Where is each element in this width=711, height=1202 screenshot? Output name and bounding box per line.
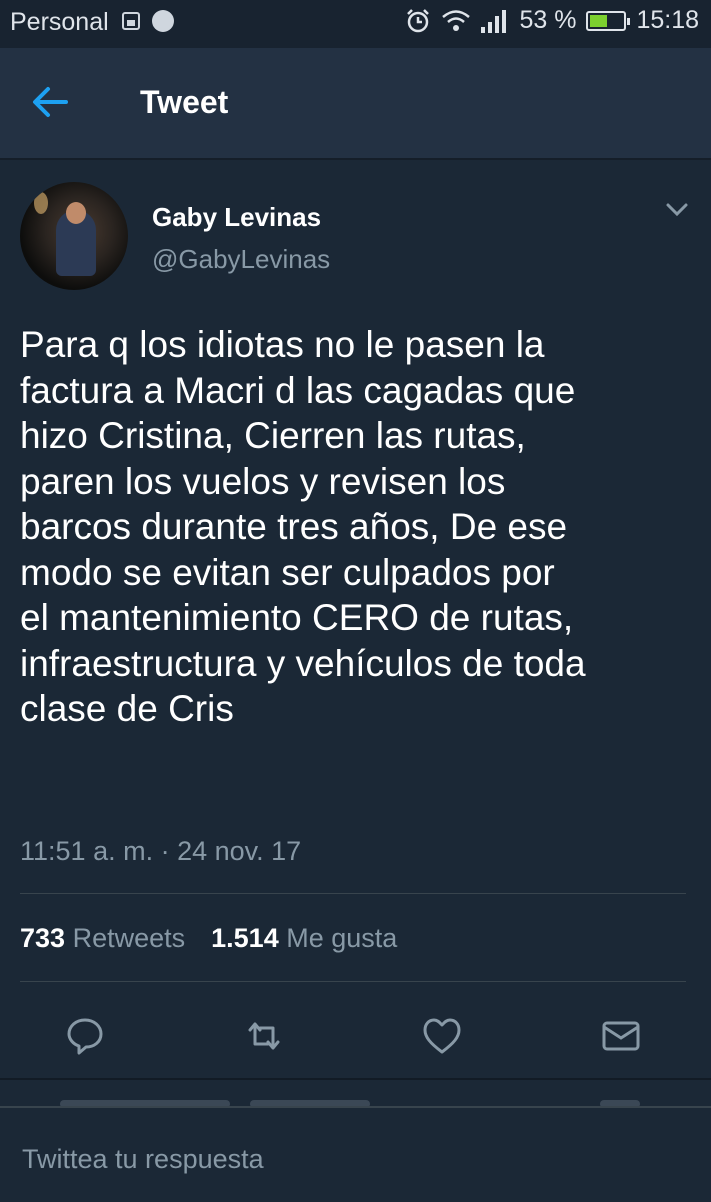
author-handle[interactable]: @GabyLevinas [152,244,330,275]
battery-percent: 53 % [519,6,577,34]
tweet-actions [0,1008,711,1068]
gallery-icon [122,12,140,30]
divider [20,981,686,982]
retweets-count: 733 [20,923,66,953]
divider [20,893,686,894]
avatar[interactable] [20,182,128,290]
status-bar: Personal 53 % 15:18 [0,0,711,48]
arrow-left-icon [33,87,68,117]
clock: 15:18 [636,6,699,34]
reply-icon [67,1018,103,1055]
tweet-text: Para q los idiotas no le pasen la factur… [20,324,586,729]
likes-count: 1.514 [211,923,279,953]
battery-level [590,14,608,27]
author-name[interactable]: Gaby Levinas [152,202,321,233]
carrier-label: Personal [10,8,109,36]
page-title: Tweet [140,84,229,120]
chevron-down-icon [666,203,688,217]
back-button[interactable] [30,84,70,120]
reply-composer [0,1106,711,1202]
like-icon [423,1018,461,1054]
tweet-timestamp: 11:51 a. m. · 24 nov. 17 [20,836,302,866]
tweet-stats: 733 Retweets 1.514 Me gusta [20,923,397,954]
reply-button[interactable] [63,1014,107,1058]
retweet-button[interactable] [242,1014,286,1058]
likes-label: Me gusta [286,923,398,953]
reply-input[interactable] [20,1138,694,1180]
message-icon [602,1021,640,1051]
alarm-icon [405,8,431,34]
system-indicators: 53 % 15:18 [405,6,699,35]
more-options-button[interactable] [665,202,689,218]
globe-icon [152,10,174,32]
like-button[interactable] [420,1014,464,1058]
wifi-icon [441,9,471,33]
retweets-stat[interactable]: 733 Retweets [20,923,185,954]
battery-charging-icon [586,10,631,31]
app-bar: Tweet [0,48,711,160]
retweet-icon [248,1022,280,1050]
retweets-label: Retweets [72,923,186,953]
direct-message-button[interactable] [599,1014,643,1058]
notification-icons [122,10,174,32]
signal-icon [481,9,509,33]
next-content-peek [0,1080,711,1106]
likes-stat[interactable]: 1.514 Me gusta [211,923,397,954]
